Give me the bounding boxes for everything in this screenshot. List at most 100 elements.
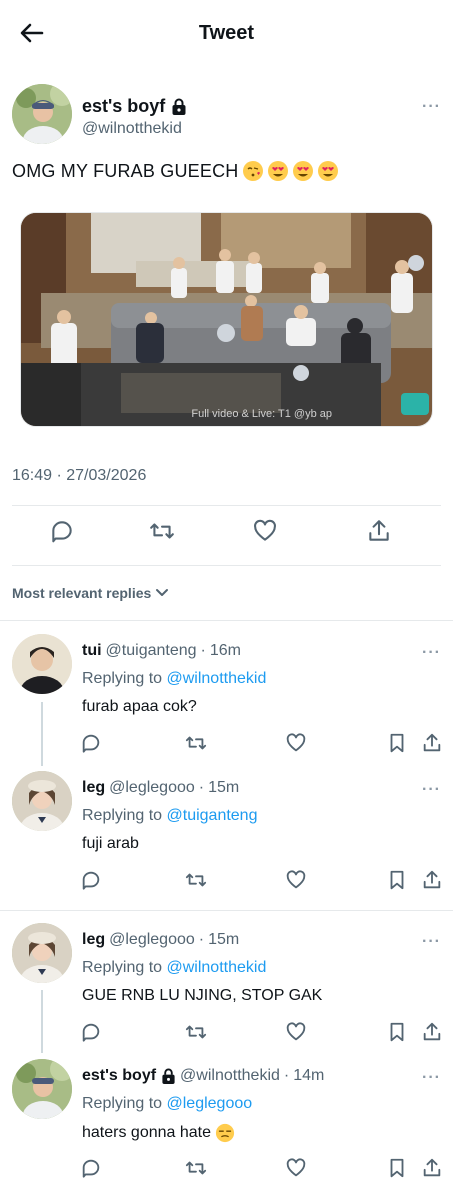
share-button[interactable] xyxy=(421,1021,443,1043)
retweet-button[interactable] xyxy=(185,869,207,891)
share-icon xyxy=(423,870,441,889)
reply-button[interactable] xyxy=(80,732,102,754)
heart-icon xyxy=(286,733,306,752)
share-icon xyxy=(423,1158,441,1177)
divider xyxy=(12,505,441,506)
more-icon[interactable]: ··· xyxy=(422,781,441,799)
reply-text: fuji arab xyxy=(82,835,139,852)
more-icon[interactable]: ··· xyxy=(422,1069,441,1087)
reply-icon xyxy=(82,734,100,753)
share-button[interactable] xyxy=(421,732,443,754)
tweet-action-bar xyxy=(0,438,453,543)
reply-time: 15m xyxy=(208,779,240,796)
reply-action-bar xyxy=(82,1021,453,1045)
share-icon xyxy=(369,520,389,541)
mention-link[interactable]: @tuiganteng xyxy=(167,807,258,824)
like-button[interactable] xyxy=(285,732,307,754)
reply-icon xyxy=(82,871,100,890)
avatar[interactable] xyxy=(12,923,72,983)
heart-icon xyxy=(286,1022,306,1041)
bookmark-icon xyxy=(390,733,404,753)
reply-time: 14m xyxy=(293,1067,325,1084)
divider xyxy=(0,620,453,621)
like-button[interactable] xyxy=(285,1157,307,1179)
reply-author-handle[interactable]: @wilnotthekid xyxy=(180,1067,280,1085)
reply-author-name[interactable]: est's boyf xyxy=(82,1067,176,1085)
avatar[interactable] xyxy=(12,84,72,144)
reply-header: est's boyf @wilnotthekid · 14m xyxy=(82,1067,325,1085)
reply-action-bar xyxy=(82,869,453,893)
retweet-icon xyxy=(185,736,207,750)
heart-icon xyxy=(254,519,276,541)
bookmark-button[interactable] xyxy=(386,1021,408,1043)
replying-to: Replying to @wilnotthekid xyxy=(82,959,267,976)
reply-button[interactable] xyxy=(47,516,77,546)
retweet-icon xyxy=(185,1161,207,1175)
heart-eyes-emoji-icon xyxy=(267,161,288,181)
sort-replies-dropdown[interactable]: Most relevant replies xyxy=(12,585,169,601)
reply-button[interactable] xyxy=(80,1021,102,1043)
reply-author-handle[interactable]: @leglegooo xyxy=(109,779,195,797)
mention-link[interactable]: @wilnotthekid xyxy=(167,670,267,687)
tweet-text: OMG MY FURAB GUEECH xyxy=(12,160,339,182)
share-button[interactable] xyxy=(421,869,443,891)
replying-to: Replying to @tuiganteng xyxy=(82,807,258,824)
more-icon[interactable]: ··· xyxy=(422,98,441,116)
unamused-emoji-icon xyxy=(215,1123,235,1143)
avatar[interactable] xyxy=(12,634,72,694)
reply-author-name[interactable]: leg xyxy=(82,779,105,797)
retweet-icon xyxy=(150,523,174,539)
reply-action-bar xyxy=(82,732,453,756)
reply-author-handle[interactable]: @tuiganteng xyxy=(106,642,197,660)
reply-icon xyxy=(82,1023,100,1042)
tweet-media[interactable]: Full video & Live: T1 @yb ap xyxy=(20,212,433,427)
retweet-button[interactable] xyxy=(185,1157,207,1179)
avatar[interactable] xyxy=(12,1059,72,1119)
retweet-button[interactable] xyxy=(185,732,207,754)
reply-author-name[interactable]: tui xyxy=(82,642,102,660)
share-icon xyxy=(423,1022,441,1041)
replying-to: Replying to @leglegooo xyxy=(82,1095,253,1112)
author-handle[interactable]: @wilnotthekid xyxy=(82,120,182,138)
avatar[interactable] xyxy=(12,771,72,831)
like-button[interactable] xyxy=(250,516,280,546)
bookmark-icon xyxy=(390,1158,404,1178)
bookmark-button[interactable] xyxy=(386,869,408,891)
share-button[interactable] xyxy=(364,516,394,546)
media-caption: Full video & Live: T1 @yb ap xyxy=(191,408,332,420)
share-button[interactable] xyxy=(421,1157,443,1179)
bookmark-button[interactable] xyxy=(386,732,408,754)
reply-icon xyxy=(82,1159,100,1178)
reply-button[interactable] xyxy=(80,1157,102,1179)
reply-header: leg @leglegooo · 15m xyxy=(82,779,240,797)
reply-time: 16m xyxy=(209,642,241,659)
reply-author-name[interactable]: leg xyxy=(82,931,105,949)
more-icon[interactable]: ··· xyxy=(422,933,441,951)
lock-icon xyxy=(172,98,186,115)
mention-link[interactable]: @wilnotthekid xyxy=(167,959,267,976)
heart-icon xyxy=(286,1158,306,1177)
heart-icon xyxy=(286,870,306,889)
bookmark-button[interactable] xyxy=(386,1157,408,1179)
reply-text: GUE RNB LU NJING, STOP GAK xyxy=(82,987,323,1004)
thread-line xyxy=(41,990,43,1053)
reply-action-bar xyxy=(82,1157,453,1181)
reply-header: leg @leglegooo · 15m xyxy=(82,931,240,949)
retweet-button[interactable] xyxy=(147,516,177,546)
heart-eyes-emoji-icon xyxy=(317,161,338,181)
divider xyxy=(0,910,453,911)
reply-text: haters gonna hate xyxy=(82,1123,235,1143)
page-title: Tweet xyxy=(198,22,255,44)
more-icon[interactable]: ··· xyxy=(422,644,441,662)
retweet-button[interactable] xyxy=(185,1021,207,1043)
like-button[interactable] xyxy=(285,1021,307,1043)
bookmark-icon xyxy=(390,870,404,890)
reply-author-handle[interactable]: @leglegooo xyxy=(109,931,195,949)
share-icon xyxy=(423,733,441,752)
chevron-down-icon xyxy=(156,589,169,596)
like-button[interactable] xyxy=(285,869,307,891)
mention-link[interactable]: @leglegooo xyxy=(167,1095,253,1112)
reply-button[interactable] xyxy=(80,869,102,891)
author-name[interactable]: est's boyf xyxy=(82,96,187,117)
reply-text: furab apaa cok? xyxy=(82,698,197,715)
